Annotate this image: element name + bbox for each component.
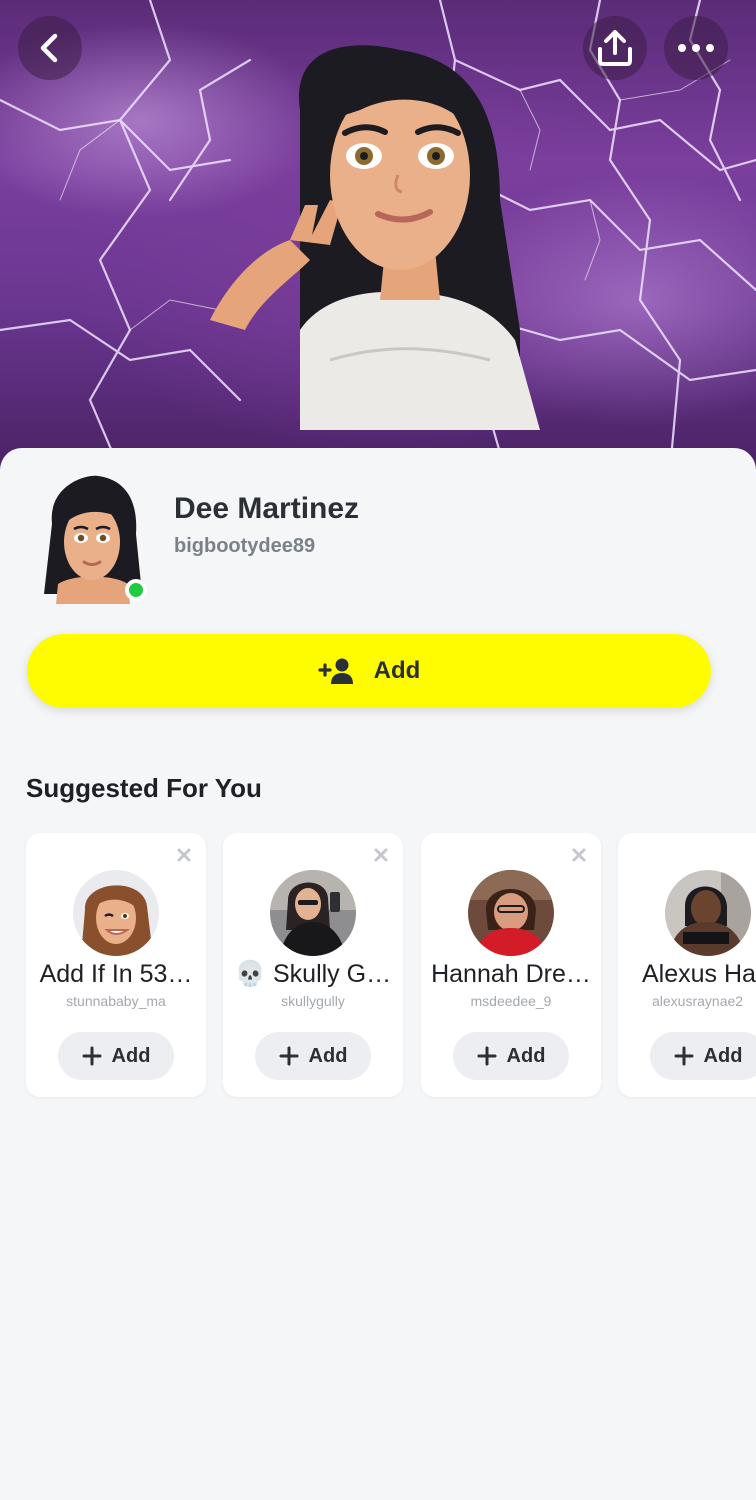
suggested-add-button[interactable]: Add: [255, 1032, 371, 1080]
suggested-add-label: Add: [111, 1044, 151, 1067]
suggested-section-title: Suggested For You: [26, 773, 262, 803]
plus-icon: [279, 1046, 299, 1066]
suggested-add-label: Add: [506, 1044, 546, 1067]
suggested-avatar: [270, 870, 356, 956]
bitmoji-avatar-icon: [73, 870, 159, 956]
suggested-avatar: [73, 870, 159, 956]
suggested-name: Alexus Ha: [642, 960, 756, 988]
profile-display-name: Dee Martinez: [174, 492, 360, 525]
dismiss-icon[interactable]: [373, 847, 389, 863]
profile-photo-icon: [468, 870, 554, 956]
dismiss-icon[interactable]: [176, 847, 192, 863]
chevron-left-icon: [40, 33, 58, 63]
suggested-avatar: [665, 870, 751, 956]
more-dots-icon: [678, 44, 714, 52]
online-status-indicator: [125, 579, 147, 601]
suggested-add-button[interactable]: Add: [453, 1032, 569, 1080]
suggested-add-label: Add: [308, 1044, 348, 1067]
plus-icon: [674, 1046, 694, 1066]
add-friend-button[interactable]: Add: [27, 634, 711, 708]
suggested-add-label: Add: [703, 1044, 743, 1067]
dismiss-icon[interactable]: [571, 847, 587, 863]
suggested-add-button[interactable]: Add: [58, 1032, 174, 1080]
upload-share-icon: [598, 30, 632, 66]
suggested-username: stunnababy_ma: [66, 993, 166, 1009]
suggested-username: alexusraynae2: [652, 993, 744, 1009]
suggested-card[interactable]: Add If In 53… stunnababy_ma Add: [26, 833, 206, 1097]
plus-icon: [82, 1046, 102, 1066]
add-friend-label: Add: [373, 657, 421, 684]
suggested-name: 💀 Skully G…: [234, 960, 392, 988]
share-button[interactable]: [583, 16, 647, 80]
suggested-avatar: [468, 870, 554, 956]
suggested-name: Add If In 53…: [39, 960, 193, 988]
profile-banner: [0, 0, 756, 470]
suggested-add-button[interactable]: Add: [650, 1032, 756, 1080]
back-button[interactable]: [18, 16, 82, 80]
suggested-card[interactable]: 💀 Skully G… skullygully Add: [223, 833, 403, 1097]
more-options-button[interactable]: [664, 16, 728, 80]
plus-icon: [477, 1046, 497, 1066]
suggested-name: Hannah Dre…: [431, 960, 591, 988]
bitmoji-figure: [210, 45, 540, 430]
suggested-carousel[interactable]: Add If In 53… stunnababy_ma Add 💀 Skully…: [0, 833, 756, 1113]
lightning-background: [0, 0, 756, 470]
suggested-card[interactable]: Hannah Dre… msdeedee_9 Add: [421, 833, 601, 1097]
suggested-card[interactable]: Alexus Ha alexusraynae2 Add: [618, 833, 756, 1097]
profile-photo-icon: [270, 870, 356, 956]
profile-username: bigbootydee89: [174, 535, 316, 557]
profile-sheet: Dee Martinez bigbootydee89 Add Suggested…: [0, 448, 756, 1500]
suggested-username: msdeedee_9: [470, 993, 552, 1009]
add-friend-icon: [318, 658, 353, 684]
profile-photo-icon: [665, 870, 751, 956]
suggested-username: skullygully: [281, 993, 345, 1009]
